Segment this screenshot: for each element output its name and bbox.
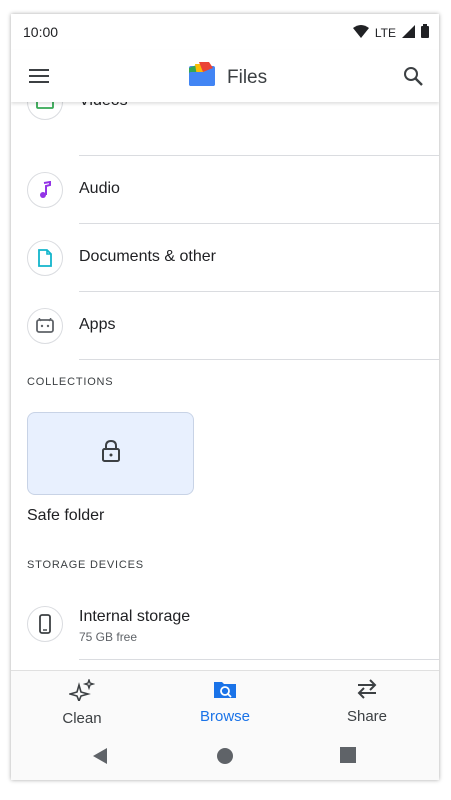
status-icons: LTE bbox=[352, 24, 429, 41]
nav-browse[interactable]: Browse bbox=[165, 679, 285, 725]
category-audio[interactable]: Audio bbox=[11, 156, 439, 224]
storage-header: STORAGE DEVICES bbox=[27, 559, 144, 571]
apps-icon bbox=[27, 308, 63, 344]
category-videos[interactable]: Videos bbox=[11, 102, 439, 136]
nav-label: Browse bbox=[199, 708, 251, 725]
system-navigation-bar bbox=[11, 732, 439, 780]
nav-share[interactable]: Share bbox=[307, 679, 427, 725]
nav-label: Share bbox=[346, 708, 388, 725]
document-icon bbox=[27, 240, 63, 276]
status-time: 10:00 bbox=[23, 24, 59, 40]
audio-icon bbox=[27, 172, 63, 208]
collections-header: COLLECTIONS bbox=[27, 376, 114, 388]
battery-icon bbox=[421, 24, 429, 41]
divider bbox=[79, 659, 439, 660]
videos-icon bbox=[27, 102, 63, 120]
status-bar: 10:00 LTE bbox=[11, 14, 439, 50]
category-label: Videos bbox=[79, 102, 128, 110]
category-label: Apps bbox=[79, 316, 116, 333]
app-title: Files bbox=[227, 66, 268, 88]
sparkle-icon bbox=[67, 677, 96, 706]
bottom-navigation: Clean Browse Share bbox=[11, 670, 439, 732]
phone-screen: 10:00 LTE Files Audio Documents & other … bbox=[11, 14, 439, 780]
cell-signal-icon bbox=[402, 24, 415, 41]
phone-icon bbox=[27, 606, 63, 642]
safe-folder-label[interactable]: Safe folder bbox=[27, 507, 104, 525]
browse-icon bbox=[213, 679, 237, 704]
app-title-group: Files bbox=[187, 62, 267, 93]
browse-content[interactable]: Videos Audio Documents & other Apps bbox=[11, 102, 439, 672]
network-type: LTE bbox=[374, 25, 396, 40]
search-icon[interactable] bbox=[399, 62, 427, 90]
back-icon[interactable] bbox=[91, 746, 109, 771]
menu-icon[interactable] bbox=[25, 64, 53, 88]
category-apps[interactable]: Apps bbox=[11, 292, 439, 360]
storage-label: Internal storage bbox=[79, 608, 191, 625]
category-label: Audio bbox=[79, 180, 120, 197]
divider bbox=[79, 359, 439, 360]
safe-folder-card[interactable] bbox=[27, 412, 194, 495]
nav-clean[interactable]: Clean bbox=[22, 677, 142, 727]
swap-arrows-icon bbox=[355, 679, 379, 704]
wifi-icon bbox=[352, 24, 369, 41]
app-bar: Files bbox=[11, 50, 439, 102]
recents-icon[interactable] bbox=[339, 746, 357, 769]
category-label: Documents & other bbox=[79, 248, 216, 265]
lock-icon bbox=[101, 439, 120, 467]
storage-internal[interactable]: Internal storage 75 GB free bbox=[11, 588, 439, 668]
nav-label: Clean bbox=[62, 710, 102, 727]
storage-free: 75 GB free bbox=[79, 630, 138, 644]
files-logo-icon bbox=[187, 62, 217, 93]
home-icon[interactable] bbox=[215, 746, 235, 771]
category-documents[interactable]: Documents & other bbox=[11, 224, 439, 292]
